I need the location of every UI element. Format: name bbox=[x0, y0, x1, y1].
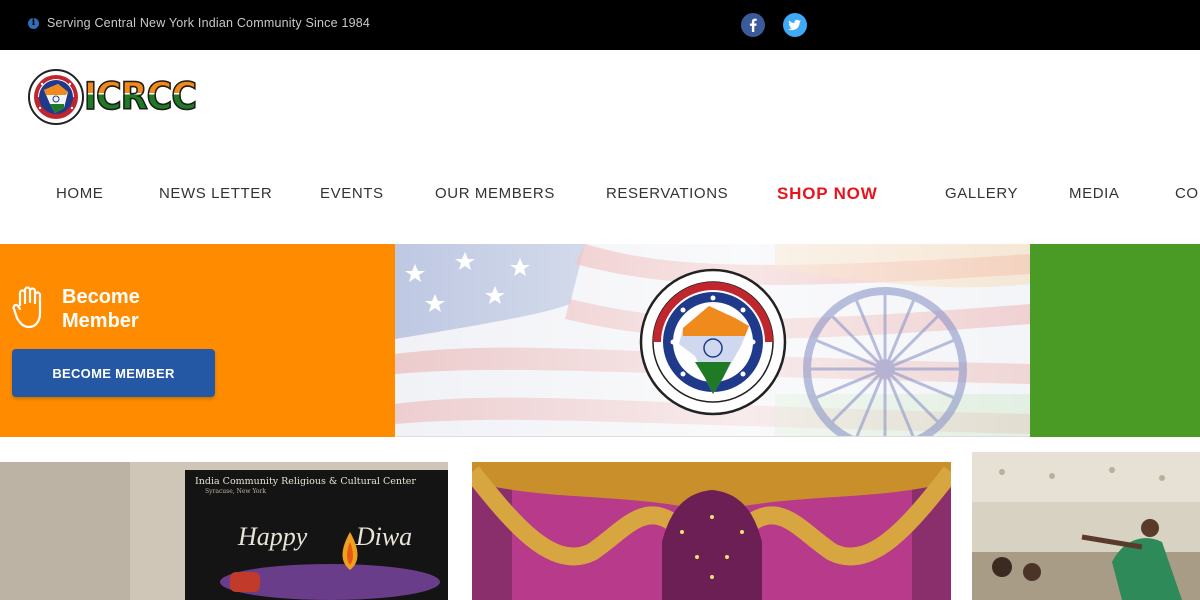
twitter-icon[interactable] bbox=[783, 13, 807, 37]
topbar-info: i Serving Central New York Indian Commun… bbox=[28, 16, 370, 30]
raised-hand-icon bbox=[12, 286, 42, 329]
facebook-icon[interactable] bbox=[741, 13, 765, 37]
diwali-photo-card[interactable]: India Community Religious & Cultural Cen… bbox=[0, 462, 448, 600]
nav-shop-now[interactable]: SHOP NOW bbox=[777, 184, 878, 204]
nav-home[interactable]: HOME bbox=[56, 185, 103, 202]
green-panel bbox=[1030, 244, 1200, 437]
nav-newsletter[interactable]: NEWS LETTER bbox=[159, 185, 272, 202]
diwali-banner-title: India Community Religious & Cultural Cen… bbox=[195, 476, 416, 487]
hero-flag-image bbox=[395, 244, 1030, 437]
icrcc-seal-icon bbox=[639, 268, 787, 416]
stage-decoration-photo-card[interactable] bbox=[472, 462, 951, 600]
dance-performance-photo bbox=[972, 452, 1200, 600]
logo-text: ICRCC bbox=[83, 74, 198, 119]
nav-our-members[interactable]: OUR MEMBERS bbox=[435, 185, 555, 202]
nav-events[interactable]: EVENTS bbox=[320, 185, 384, 202]
topbar-tagline: Serving Central New York Indian Communit… bbox=[47, 16, 371, 30]
become-member-title-text: Become Member bbox=[62, 286, 140, 332]
site-logo[interactable]: ICRCC bbox=[28, 68, 198, 126]
top-bar: i Serving Central New York Indian Commun… bbox=[0, 0, 1200, 50]
diwali-banner-sub: Syracuse, New York bbox=[205, 488, 267, 495]
stage-decoration-photo bbox=[472, 462, 951, 600]
nav-reservations[interactable]: RESERVATIONS bbox=[606, 185, 728, 202]
dance-performance-photo-card[interactable] bbox=[972, 452, 1200, 600]
nav-contact[interactable]: CO bbox=[1175, 185, 1199, 202]
info-circle-icon: i bbox=[28, 17, 39, 29]
diwali-greeting: Happy Diwa bbox=[238, 522, 413, 551]
logo-seal-icon bbox=[28, 69, 84, 125]
main-nav: HOME NEWS LETTER EVENTS OUR MEMBERS RESE… bbox=[0, 184, 1200, 205]
nav-gallery[interactable]: GALLERY bbox=[945, 185, 1018, 202]
become-member-title: Become Member bbox=[62, 285, 162, 333]
become-member-button[interactable]: BECOME MEMBER bbox=[12, 349, 215, 397]
nav-media[interactable]: MEDIA bbox=[1069, 185, 1120, 202]
become-member-panel bbox=[0, 244, 395, 437]
